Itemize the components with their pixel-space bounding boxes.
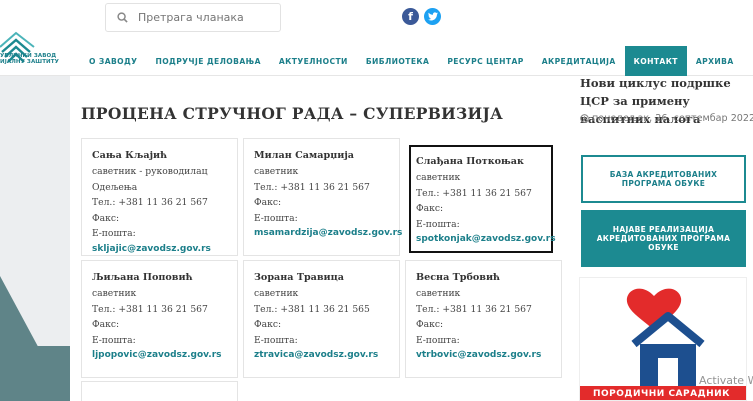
- nav-item-accreditation[interactable]: АКРЕДИТАЦИЈА: [533, 46, 625, 76]
- main-navigation: О ЗАВОДУ ПОДРУЧЈЕ ДЕЛОВАЊА АКТУЕЛНОСТИ Б…: [80, 46, 743, 76]
- contact-email-link[interactable]: ztravica@zavodsz.gov.rs: [254, 348, 399, 363]
- site-header: УБЛИЧКИ ЗАВОД ИЈАЛНУ ЗАШТИТУ f О ЗАВОДУ …: [0, 0, 753, 76]
- activate-windows-watermark: Activate Wi: [699, 374, 753, 387]
- search-icon[interactable]: [106, 12, 138, 23]
- contact-phone: Тел.: +381 11 36 21 567: [92, 303, 208, 315]
- contact-email-label: Е-пошта:: [416, 218, 460, 230]
- banner-caption: ПОРОДИЧНИ САРАДНИК: [580, 386, 746, 400]
- contact-fax: Факс:: [416, 319, 444, 330]
- contact-email-link[interactable]: ljpopovic@zavodsz.gov.rs: [92, 348, 237, 363]
- contact-fax: Факс:: [254, 197, 282, 208]
- facebook-icon[interactable]: f: [402, 8, 419, 25]
- house-icon: [631, 312, 705, 390]
- nav-item-library[interactable]: БИБЛИОТЕКА: [357, 46, 439, 76]
- nav-item-news[interactable]: АКТУЕЛНОСТИ: [270, 46, 357, 76]
- contact-phone: Тел.: +381 11 36 21 567: [254, 181, 370, 193]
- logo-text: УБЛИЧКИ ЗАВОД ИЈАЛНУ ЗАШТИТУ: [0, 53, 59, 65]
- nav-item-resource-center[interactable]: РЕСУРС ЦЕНТАР: [438, 46, 532, 76]
- clock-icon: [580, 114, 589, 123]
- news-date: понедељак, 26. септембар 2022.: [580, 113, 753, 124]
- contact-fax: Факс:: [92, 212, 120, 224]
- contact-name: Весна Трбовић: [416, 272, 501, 283]
- nav-item-about[interactable]: О ЗАВОДУ: [80, 46, 146, 76]
- contact-email-label: Е-пошта:: [254, 334, 298, 346]
- left-decoration-block: [0, 346, 70, 401]
- contact-email-label: Е-пошта:: [92, 228, 136, 239]
- contact-fax: Факс:: [92, 319, 120, 330]
- contact-role: саветник - руководилац: [92, 166, 208, 177]
- contact-email-label: Е-пошта:: [254, 212, 298, 224]
- contact-fax: Факс:: [416, 203, 444, 214]
- contact-role-department: Одељења: [92, 181, 138, 193]
- twitter-icon[interactable]: [424, 8, 441, 25]
- contact-email-label: Е-пошта:: [416, 334, 460, 346]
- contact-card-highlighted: Слађана Поткоњак саветник Тел.: +381 11 …: [409, 145, 556, 253]
- contact-card: Весна Трбовић саветник Тел.: +381 11 36 …: [405, 260, 562, 378]
- contact-phone: Тел.: +381 11 36 21 567: [416, 187, 532, 199]
- nav-item-contact[interactable]: КОНТАКТ: [624, 46, 687, 76]
- accredited-programs-button[interactable]: БАЗА АКРЕДИТОВАНИХ ПРОГРАМА ОБУКЕ: [581, 155, 746, 203]
- contact-card: Милан Самарџија саветник Тел.: +381 11 3…: [243, 138, 402, 256]
- contact-role: саветник: [416, 288, 461, 299]
- contact-role: саветник: [416, 172, 461, 183]
- contact-email-label: Е-пошта:: [92, 334, 136, 346]
- contact-card: Љиљана Поповић саветник Тел.: +381 11 36…: [81, 260, 238, 378]
- contact-role: саветник: [254, 166, 299, 177]
- contact-role: саветник: [254, 288, 299, 299]
- contact-name: Зорана Травица: [254, 272, 344, 283]
- contact-phone: Тел.: +381 11 36 21 565: [254, 303, 370, 315]
- accredited-announcements-button[interactable]: НАЈАВЕ РЕАЛИЗАЦИЈА АКРЕДИТОВАНИХ ПРОГРАМ…: [581, 210, 746, 267]
- contact-phone: Тел.: +381 11 36 21 567: [92, 197, 208, 208]
- left-decoration: [0, 76, 70, 401]
- logo-text-line: ИЈАЛНУ ЗАШТИТУ: [0, 59, 59, 65]
- contact-card: Сања Кљајић саветник - руководилац Одеље…: [81, 138, 238, 256]
- contact-name: Сања Кљајић: [92, 150, 168, 161]
- nav-item-activity-area[interactable]: ПОДРУЧЈЕ ДЕЛОВАЊА: [146, 46, 269, 76]
- contact-phone: Тел.: +381 11 36 21 567: [416, 303, 532, 315]
- contact-email-link[interactable]: spotkonjak@zavodsz.gov.rs: [416, 232, 556, 247]
- contact-fax: Факс:: [254, 319, 282, 330]
- contact-name: Слађана Поткоњак: [416, 156, 524, 167]
- contact-name: Љиљана Поповић: [92, 272, 193, 283]
- contact-email-link[interactable]: msamardzija@zavodsz.gov.rs: [254, 226, 402, 241]
- page-title: ПРОЦЕНА СТРУЧНОГ РАДА – СУПЕРВИЗИЈА: [81, 104, 504, 123]
- contact-card-partial: [81, 381, 238, 401]
- contact-card: Зорана Травица саветник Тел.: +381 11 36…: [243, 260, 400, 378]
- contact-email-link[interactable]: vtrbovic@zavodsz.gov.rs: [416, 348, 561, 363]
- contact-role: саветник: [92, 288, 137, 299]
- search-box[interactable]: [105, 3, 281, 32]
- search-input[interactable]: [138, 11, 268, 24]
- contact-email-link[interactable]: skljajic@zavodsz.gov.rs: [92, 242, 237, 257]
- news-date-text: понедељак, 26. септембар 2022.: [592, 113, 753, 124]
- nav-item-archive[interactable]: АРХИВА: [687, 46, 743, 76]
- contact-name: Милан Самарџија: [254, 150, 355, 161]
